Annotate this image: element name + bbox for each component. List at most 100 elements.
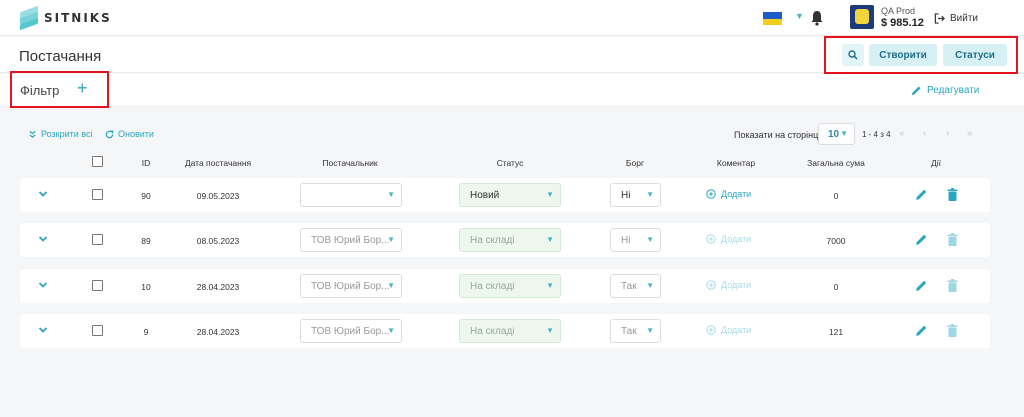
table-row[interactable]: 89 08.05.2023 ТОВ Юрий Бор... ▼ На склад… (20, 223, 990, 257)
trash-icon[interactable] (947, 324, 958, 337)
chevron-down-icon: ▼ (646, 235, 654, 244)
filter-label: Фільтр (20, 83, 60, 98)
row-total: 0 (833, 282, 839, 292)
status-select[interactable]: На складі ▼ (459, 274, 561, 298)
statuses-button[interactable]: Статуси (943, 44, 1007, 66)
debt-select[interactable]: Так ▼ (610, 274, 661, 298)
debt-select[interactable]: Ні ▼ (610, 228, 661, 252)
next-page-button[interactable]: › (946, 128, 949, 139)
add-comment-button[interactable]: Додати (706, 189, 751, 199)
edit-filter-label: Редагувати (927, 84, 980, 96)
page-title: Постачання (19, 48, 102, 65)
logo-icon (20, 5, 38, 31)
debt-select[interactable]: Так ▼ (610, 319, 661, 343)
row-id: 89 (141, 236, 151, 246)
column-header-total[interactable]: Загальна сума (807, 158, 865, 168)
pencil-icon[interactable] (915, 233, 928, 246)
add-comment-button[interactable]: Додати (706, 325, 751, 335)
logo[interactable]: SITNIKS (20, 5, 112, 31)
user-name: QA Prod (881, 6, 916, 16)
expand-all-button[interactable]: Розкрити всі (28, 129, 92, 139)
ukraine-flag-icon[interactable] (763, 12, 782, 25)
row-checkbox[interactable] (92, 325, 103, 336)
chevron-down-icon[interactable] (38, 280, 48, 290)
logout-label: Вийти (950, 13, 979, 24)
row-checkbox[interactable] (92, 189, 103, 200)
trash-icon[interactable] (947, 233, 958, 246)
add-comment-label: Додати (721, 325, 752, 335)
supplier-select[interactable]: ТОВ Юрий Бор... ▼ (300, 319, 402, 343)
search-button[interactable] (842, 44, 864, 66)
chevron-down-icon[interactable] (38, 189, 48, 199)
debt-value: Так (621, 281, 637, 292)
status-select[interactable]: Новий ▼ (459, 183, 561, 207)
status-select[interactable]: На складі ▼ (459, 319, 561, 343)
avatar[interactable] (850, 5, 874, 29)
chevron-down-icon: ▼ (646, 190, 654, 199)
column-header-id[interactable]: ID (142, 158, 151, 168)
status-value: На складі (470, 281, 515, 292)
chevron-down-icon[interactable] (38, 234, 48, 244)
supplier-select[interactable]: ТОВ Юрий Бор... ▼ (300, 228, 402, 252)
filter-bar (0, 74, 1024, 107)
create-button[interactable]: Створити (869, 44, 937, 66)
status-value: На складі (470, 235, 515, 246)
chevron-down-icon[interactable]: ▼ (795, 11, 804, 21)
column-header-supplier[interactable]: Постачальник (322, 158, 377, 168)
column-header-comment[interactable]: Коментар (717, 158, 755, 168)
debt-value: Ні (621, 190, 631, 201)
row-total: 7000 (826, 236, 846, 246)
plus-circle-icon (706, 189, 716, 199)
add-comment-button[interactable]: Додати (706, 280, 751, 290)
column-header-status[interactable]: Статус (497, 158, 524, 168)
table-row[interactable]: 9 28.04.2023 ТОВ Юрий Бор... ▼ На складі… (20, 314, 990, 348)
table-row[interactable]: 10 28.04.2023 ТОВ Юрий Бор... ▼ На склад… (20, 269, 990, 303)
trash-icon[interactable] (947, 188, 958, 201)
supplier-select[interactable]: ▼ (300, 183, 402, 207)
pencil-icon[interactable] (915, 279, 928, 292)
per-page-select[interactable]: 10 ▼ (818, 123, 855, 145)
debt-select[interactable]: Ні ▼ (610, 183, 661, 207)
chevron-down-icon[interactable] (38, 325, 48, 335)
search-icon (848, 50, 858, 60)
chevron-down-icon: ▼ (387, 281, 395, 290)
row-total: 0 (833, 191, 839, 201)
edit-filter-button[interactable]: Редагувати (898, 80, 990, 100)
chevron-down-icon: ▼ (546, 190, 554, 199)
chevron-down-icon: ▼ (387, 190, 395, 199)
status-select[interactable]: На складі ▼ (459, 228, 561, 252)
select-all-checkbox[interactable] (92, 156, 103, 167)
supplier-select[interactable]: ТОВ Юрий Бор... ▼ (300, 274, 402, 298)
trash-icon[interactable] (947, 279, 958, 292)
row-checkbox[interactable] (92, 280, 103, 291)
pencil-icon[interactable] (915, 324, 928, 337)
refresh-button[interactable]: Оновити (105, 129, 154, 139)
first-page-button[interactable]: « (899, 128, 905, 139)
prev-page-button[interactable]: ‹ (923, 128, 926, 139)
column-header-date[interactable]: Дата постачання (185, 158, 251, 168)
bell-icon[interactable] (810, 10, 824, 26)
add-comment-button[interactable]: Додати (706, 234, 751, 244)
row-date: 09.05.2023 (196, 191, 240, 201)
pencil-icon[interactable] (915, 188, 928, 201)
per-page-label: Показати на сторінці (734, 130, 821, 140)
add-filter-button[interactable]: + (77, 78, 88, 99)
chevron-down-icon: ▼ (546, 235, 554, 244)
logout-button[interactable]: Вийти (934, 13, 978, 24)
debt-value: Так (621, 326, 637, 337)
last-page-button[interactable]: » (967, 128, 973, 139)
status-value: Новий (470, 190, 500, 201)
add-comment-label: Додати (721, 189, 752, 199)
row-total: 121 (828, 327, 844, 337)
row-id: 90 (141, 191, 151, 201)
per-page-value: 10 (828, 128, 840, 140)
column-header-debt[interactable]: Борг (626, 158, 644, 168)
chevron-down-icon: ▼ (387, 235, 395, 244)
chevron-down-icon: ▼ (840, 129, 848, 138)
row-checkbox[interactable] (92, 234, 103, 245)
table-row[interactable]: 90 09.05.2023 ▼ Новий ▼ Ні ▼ Додати 0 (20, 178, 990, 212)
add-comment-label: Додати (721, 234, 752, 244)
chevron-down-icon: ▼ (646, 326, 654, 335)
supplier-value: ТОВ Юрий Бор... (311, 235, 390, 246)
logout-icon (934, 13, 945, 24)
